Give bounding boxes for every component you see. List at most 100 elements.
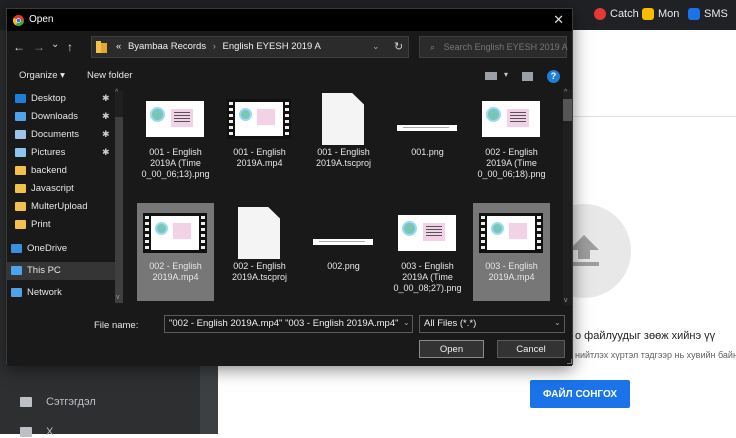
upload-title: о файлуудыг зөөж хийнэ үү: [575, 330, 716, 342]
pin-icon: ✱: [102, 93, 110, 103]
file-item[interactable]: 001 - English 2019A (Time 0_00_06;13).pn…: [137, 89, 214, 187]
nav-item[interactable]: backend: [15, 165, 67, 176]
back-button[interactable]: ←: [13, 40, 25, 54]
forward-button[interactable]: →: [33, 40, 45, 54]
search-input[interactable]: ⌕ Search English EYESH 2019 A: [419, 36, 568, 58]
nav-item-label: Network: [27, 287, 62, 298]
breadcrumb-item[interactable]: English EYESH 2019 A: [223, 41, 321, 52]
nav-item[interactable]: OneDrive: [11, 243, 67, 254]
resize-grip[interactable]: [567, 359, 572, 364]
organize-button[interactable]: Organize ▾: [19, 70, 65, 81]
nav-item[interactable]: Desktop: [15, 93, 66, 104]
new-folder-button[interactable]: New folder: [87, 70, 132, 81]
file-name: 001 - English 2019A.tscproj: [315, 147, 372, 168]
file-name: 003 - English 2019A.mp4: [485, 261, 538, 282]
sidebar-item-comments[interactable]: Сэтгэгдэл: [20, 396, 96, 408]
folder-icon: [15, 220, 26, 229]
refresh-icon[interactable]: ↻: [394, 40, 403, 53]
image-thumbnail: [143, 95, 207, 143]
file-name: 002 - English 2019A (Time 0_00_06;18).pn…: [477, 147, 546, 179]
file-item[interactable]: 002.png: [305, 203, 382, 301]
video-thumbnail: [479, 209, 543, 257]
select-files-button[interactable]: ФАЙЛ СОНГОХ: [530, 380, 630, 408]
strip-thumbnail: [311, 209, 375, 257]
file-item[interactable]: 001 - English 2019A.tscproj: [305, 89, 382, 187]
open-button[interactable]: Open: [419, 340, 484, 358]
file-item[interactable]: 001 - English 2019A.mp4: [221, 89, 298, 187]
bookmark-mon[interactable]: Mon: [642, 8, 679, 20]
video-thumbnail: [143, 209, 207, 257]
nav-item-label: backend: [31, 165, 67, 176]
preview-pane-icon[interactable]: [522, 72, 533, 81]
help-icon[interactable]: ?: [547, 70, 560, 83]
bookmark-sms[interactable]: SMS: [688, 8, 728, 20]
nav-item-label: Desktop: [31, 93, 66, 104]
nav-item[interactable]: Print: [15, 219, 51, 230]
sidebar-item-second[interactable]: Х: [20, 426, 53, 438]
breadcrumb: « Byambaa Records › English EYESH 2019 A: [116, 41, 321, 52]
dialog-toolbar: Organize ▾ New folder ▾ ?: [7, 65, 572, 87]
bookmark-catch[interactable]: Catch: [594, 8, 639, 20]
file-name: 002 - English 2019A.mp4: [149, 261, 202, 282]
file-item[interactable]: 001.png: [389, 89, 466, 187]
network-icon: [11, 288, 22, 297]
file-list: 001 - English 2019A (Time 0_00_06;13).pn…: [127, 89, 563, 305]
scroll-down-icon[interactable]: v: [116, 294, 120, 301]
address-dropdown-icon[interactable]: ⌄: [372, 41, 380, 52]
nav-item[interactable]: Pictures: [15, 147, 65, 158]
breadcrumb-overflow[interactable]: «: [116, 41, 121, 52]
chevron-down-icon[interactable]: ⌄: [554, 318, 561, 327]
recent-locations-button[interactable]: ⌄: [51, 39, 59, 50]
address-bar[interactable]: « Byambaa Records › English EYESH 2019 A…: [91, 36, 409, 58]
nav-item-label: Pictures: [31, 147, 66, 158]
view-options-icon[interactable]: [485, 72, 497, 80]
file-name: 001 - English 2019A (Time 0_00_06;13).pn…: [141, 147, 210, 179]
nav-scrollbar-thumb[interactable]: [115, 117, 123, 303]
scroll-up-icon[interactable]: ^: [564, 89, 567, 96]
catch-icon: [594, 8, 606, 20]
nav-item[interactable]: Network: [11, 287, 62, 298]
scroll-down-icon[interactable]: v: [564, 297, 568, 304]
nav-item[interactable]: Javascript: [15, 183, 74, 194]
file-item[interactable]: 002 - English 2019A.mp4: [137, 203, 214, 301]
chevron-down-icon[interactable]: ▾: [504, 70, 508, 79]
bookmark-label: SMS: [704, 8, 728, 20]
nav-item-label: Downloads: [31, 111, 78, 122]
nav-item[interactable]: MulterUpload: [15, 201, 88, 212]
folder-icon: [15, 202, 26, 211]
nav-item[interactable]: Documents: [15, 129, 79, 140]
file-type-select[interactable]: All Files (*.*): [419, 315, 565, 333]
file-name: 003 - English 2019A (Time 0_00_08;27).pn…: [393, 261, 462, 293]
file-item[interactable]: 002 - English 2019A (Time 0_00_06;18).pn…: [473, 89, 550, 187]
dialog-title-bar[interactable]: Open ✕: [7, 9, 572, 31]
cancel-button[interactable]: Cancel: [497, 340, 565, 358]
file-scrollbar-thumb[interactable]: [563, 99, 572, 121]
chevron-down-icon[interactable]: ⌄: [403, 318, 410, 327]
video-thumbnail: [227, 95, 291, 143]
close-button[interactable]: ✕: [553, 12, 564, 28]
pin-icon: ✱: [102, 111, 110, 121]
breadcrumb-item[interactable]: Byambaa Records: [128, 41, 206, 52]
scroll-up-icon[interactable]: ^: [115, 89, 118, 96]
file-name-input[interactable]: "002 - English 2019A.mp4" "003 - English…: [164, 315, 413, 333]
up-button[interactable]: ↑: [67, 40, 73, 54]
file-item[interactable]: 003 - English 2019A.mp4: [473, 203, 550, 301]
sidebar-item-label: Сэтгэгдэл: [46, 396, 96, 408]
navigation-pane: Desktop ✱ Downloads ✱ Documents ✱ Pictures ✱ bac…: [7, 89, 125, 299]
download-icon: [15, 112, 26, 121]
desktop-icon: [15, 94, 26, 103]
bookmark-label: Catch: [610, 8, 639, 20]
file-item[interactable]: 003 - English 2019A (Time 0_00_08;27).pn…: [389, 203, 466, 301]
file-scrollbar-track[interactable]: [563, 89, 572, 305]
open-file-dialog: Open ✕ ← → ⌄ ↑ « Byambaa Records › Engli…: [6, 8, 573, 366]
strip-thumbnail: [395, 95, 459, 143]
nav-item[interactable]: This PC: [11, 265, 61, 276]
file-item[interactable]: 002 - English 2019A.tscproj: [221, 203, 298, 301]
bookmark-label: Mon: [658, 8, 680, 20]
list-icon: [20, 427, 32, 437]
pc-icon: [11, 266, 22, 275]
nav-item[interactable]: Downloads: [15, 111, 78, 122]
doc-thumbnail: [311, 93, 375, 145]
image-thumbnail: [479, 95, 543, 143]
file-name: 002.png: [327, 261, 360, 271]
